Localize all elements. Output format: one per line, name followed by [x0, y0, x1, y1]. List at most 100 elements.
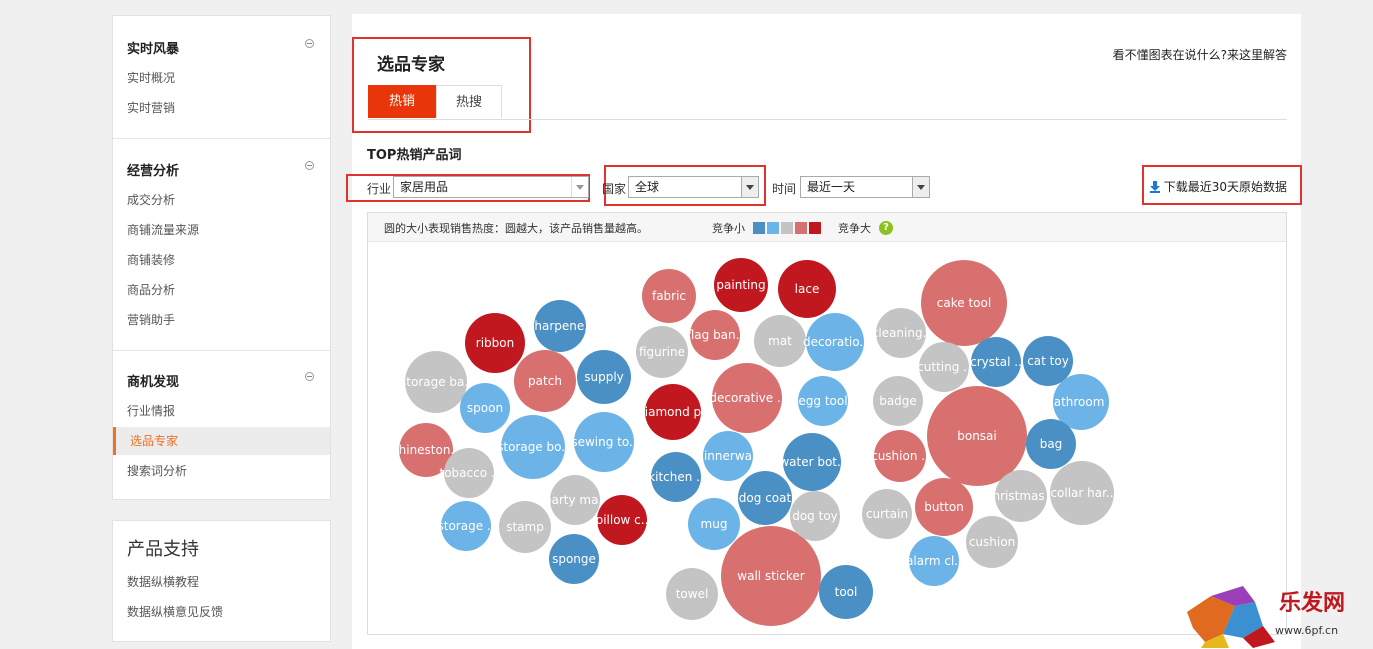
sidebar-item-shop-decoration[interactable]: 商铺装修	[113, 246, 330, 274]
help-icon[interactable]: ?	[879, 221, 893, 235]
bubble[interactable]: wall sticker	[721, 526, 821, 626]
watermark-url: www.6pf.cn	[1275, 624, 1338, 637]
bubble[interactable]: cutting ..	[917, 342, 971, 392]
bubble-label: wall sticker	[737, 569, 804, 583]
bubble[interactable]: bonsai	[927, 386, 1027, 486]
bubble-label: diamond p..	[637, 405, 709, 419]
bubble[interactable]: mat	[754, 315, 806, 367]
bubble[interactable]: crystal ..	[970, 337, 1022, 387]
bubble-label: sewing to..	[571, 435, 636, 449]
bubble[interactable]: sewing to..	[571, 412, 637, 472]
time-select-value: 最近一天	[807, 180, 856, 194]
bubble[interactable]: dog toy	[790, 491, 840, 541]
sidebar-section-opportunity: 商机发现 行业情报 选品专家 搜索词分析	[113, 351, 330, 501]
bubble-label: decoratio..	[803, 335, 867, 349]
industry-select[interactable]: 家居用品	[393, 176, 589, 198]
bubble[interactable]: painting	[714, 258, 768, 312]
sidebar-item-search-term-analysis[interactable]: 搜索词分析	[113, 457, 330, 485]
time-select[interactable]: 最近一天	[800, 176, 930, 198]
sidebar-item-realtime-overview[interactable]: 实时概况	[113, 64, 330, 92]
bubble[interactable]: badge	[873, 376, 923, 426]
bubble[interactable]: towel	[666, 568, 718, 620]
legend-low-label: 竞争小	[712, 222, 745, 235]
sidebar-item-feedback[interactable]: 数据纵横意见反馈	[113, 598, 330, 626]
sidebar-item-industry-intel[interactable]: 行业情报	[113, 397, 330, 425]
bubble-label: water bot..	[779, 455, 844, 469]
divider	[368, 119, 1287, 120]
bubble[interactable]: spoon	[460, 383, 510, 433]
collapse-icon[interactable]	[305, 161, 314, 170]
bubble[interactable]: decoratio..	[803, 313, 867, 371]
collapse-icon[interactable]	[305, 372, 314, 381]
bubble-label: cushion	[969, 535, 1015, 549]
bubble-label: cleaning..	[872, 326, 930, 340]
country-label: 国家	[602, 182, 627, 196]
bubble[interactable]: collar har..	[1050, 461, 1114, 525]
bubble[interactable]: tool	[819, 565, 873, 619]
bubble-label: storage ..	[437, 519, 494, 533]
bubble-label: patch	[528, 374, 562, 388]
country-select[interactable]: 全球	[628, 176, 759, 198]
bubble[interactable]: fabric	[642, 269, 696, 323]
chevron-down-icon	[571, 177, 588, 197]
sidebar-item-transactions[interactable]: 成交分析	[113, 186, 330, 214]
bubble[interactable]: egg tool	[798, 376, 848, 426]
bubble[interactable]: cushion ..	[871, 430, 929, 482]
brand-watermark-logo: 乐发网 www.6pf.cn	[1187, 586, 1345, 648]
bubble[interactable]: cat toy	[1023, 336, 1073, 386]
bubble[interactable]: ribbon	[465, 313, 525, 373]
bubble[interactable]: diamond p..	[637, 384, 709, 440]
collapse-icon[interactable]	[305, 39, 314, 48]
legend-high-label: 竞争大	[838, 222, 871, 235]
bubble-label: bonsai	[957, 429, 997, 443]
bubble-label: cake tool	[937, 296, 991, 310]
bubble-label: towel	[676, 587, 709, 601]
tab-hot-sales[interactable]: 热销	[368, 85, 436, 118]
chart-help-link[interactable]: 看不懂图表在说什么?来这里解答	[1113, 46, 1287, 63]
industry-label: 行业	[367, 182, 392, 196]
bubble-label: figurine	[639, 345, 685, 359]
bubble[interactable]: sponge	[549, 534, 599, 584]
bubble-label: cat toy	[1027, 354, 1069, 368]
bubble[interactable]: storage bo..	[497, 415, 569, 479]
chart-legend-bar: 圆的大小表现销售热度：圆越大，该产品销售量越高。 竞争小 竞争大 ?	[368, 213, 1286, 242]
bubble[interactable]: button	[915, 478, 973, 536]
bubble[interactable]: bag	[1026, 419, 1076, 469]
download-button[interactable]: 下载最近30天原始数据	[1149, 178, 1287, 195]
bubble-label: crystal ..	[970, 355, 1022, 369]
product-support-title: 产品支持	[127, 539, 199, 560]
industry-select-value: 家居用品	[400, 180, 449, 194]
sidebar-item-product-analysis[interactable]: 商品分析	[113, 276, 330, 304]
chevron-down-icon	[741, 177, 758, 197]
bubble-label: sharpene..	[528, 319, 592, 333]
bubble[interactable]: dog coat	[738, 471, 792, 525]
bubble[interactable]: figurine	[636, 326, 688, 378]
tab-hot-search[interactable]: 热搜	[436, 85, 502, 118]
bubble-label: cutting ..	[917, 360, 971, 374]
bubble[interactable]: alarm cl..	[906, 536, 962, 586]
bubble[interactable]: cake tool	[921, 260, 1007, 346]
bubble[interactable]: dinnerwa..	[696, 431, 760, 481]
bubble[interactable]: mug	[688, 498, 740, 550]
bubble[interactable]: lace	[778, 260, 836, 318]
sidebar-item-traffic-source[interactable]: 商铺流量来源	[113, 216, 330, 244]
bubble[interactable]: supply	[577, 350, 631, 404]
sidebar-item-marketing-assistant[interactable]: 营销助手	[113, 306, 330, 334]
bubble[interactable]: decorative ..	[709, 363, 785, 433]
bubble[interactable]: patch	[514, 350, 576, 412]
bubble-label: christmas ..	[986, 489, 1056, 503]
bubble[interactable]: sharpene..	[528, 300, 592, 352]
sidebar-item-realtime-marketing[interactable]: 实时营销	[113, 94, 330, 122]
sidebar-item-product-expert[interactable]: 选品专家	[113, 427, 330, 455]
bubble[interactable]: stamp	[499, 501, 551, 553]
bubble[interactable]: cleaning..	[872, 308, 930, 358]
bubble[interactable]: cushion	[966, 516, 1018, 568]
bubble-label: dog toy	[792, 509, 838, 523]
bubble[interactable]: storage ..	[437, 501, 495, 551]
bubble-label: egg tool	[798, 394, 847, 408]
bubble[interactable]: curtain	[862, 489, 912, 539]
bubble[interactable]: water bot..	[779, 433, 845, 491]
sidebar-item-tutorial[interactable]: 数据纵横教程	[113, 568, 330, 596]
bubble-label: alarm cl..	[906, 554, 962, 568]
bubble[interactable]: flag ban..	[687, 310, 744, 360]
